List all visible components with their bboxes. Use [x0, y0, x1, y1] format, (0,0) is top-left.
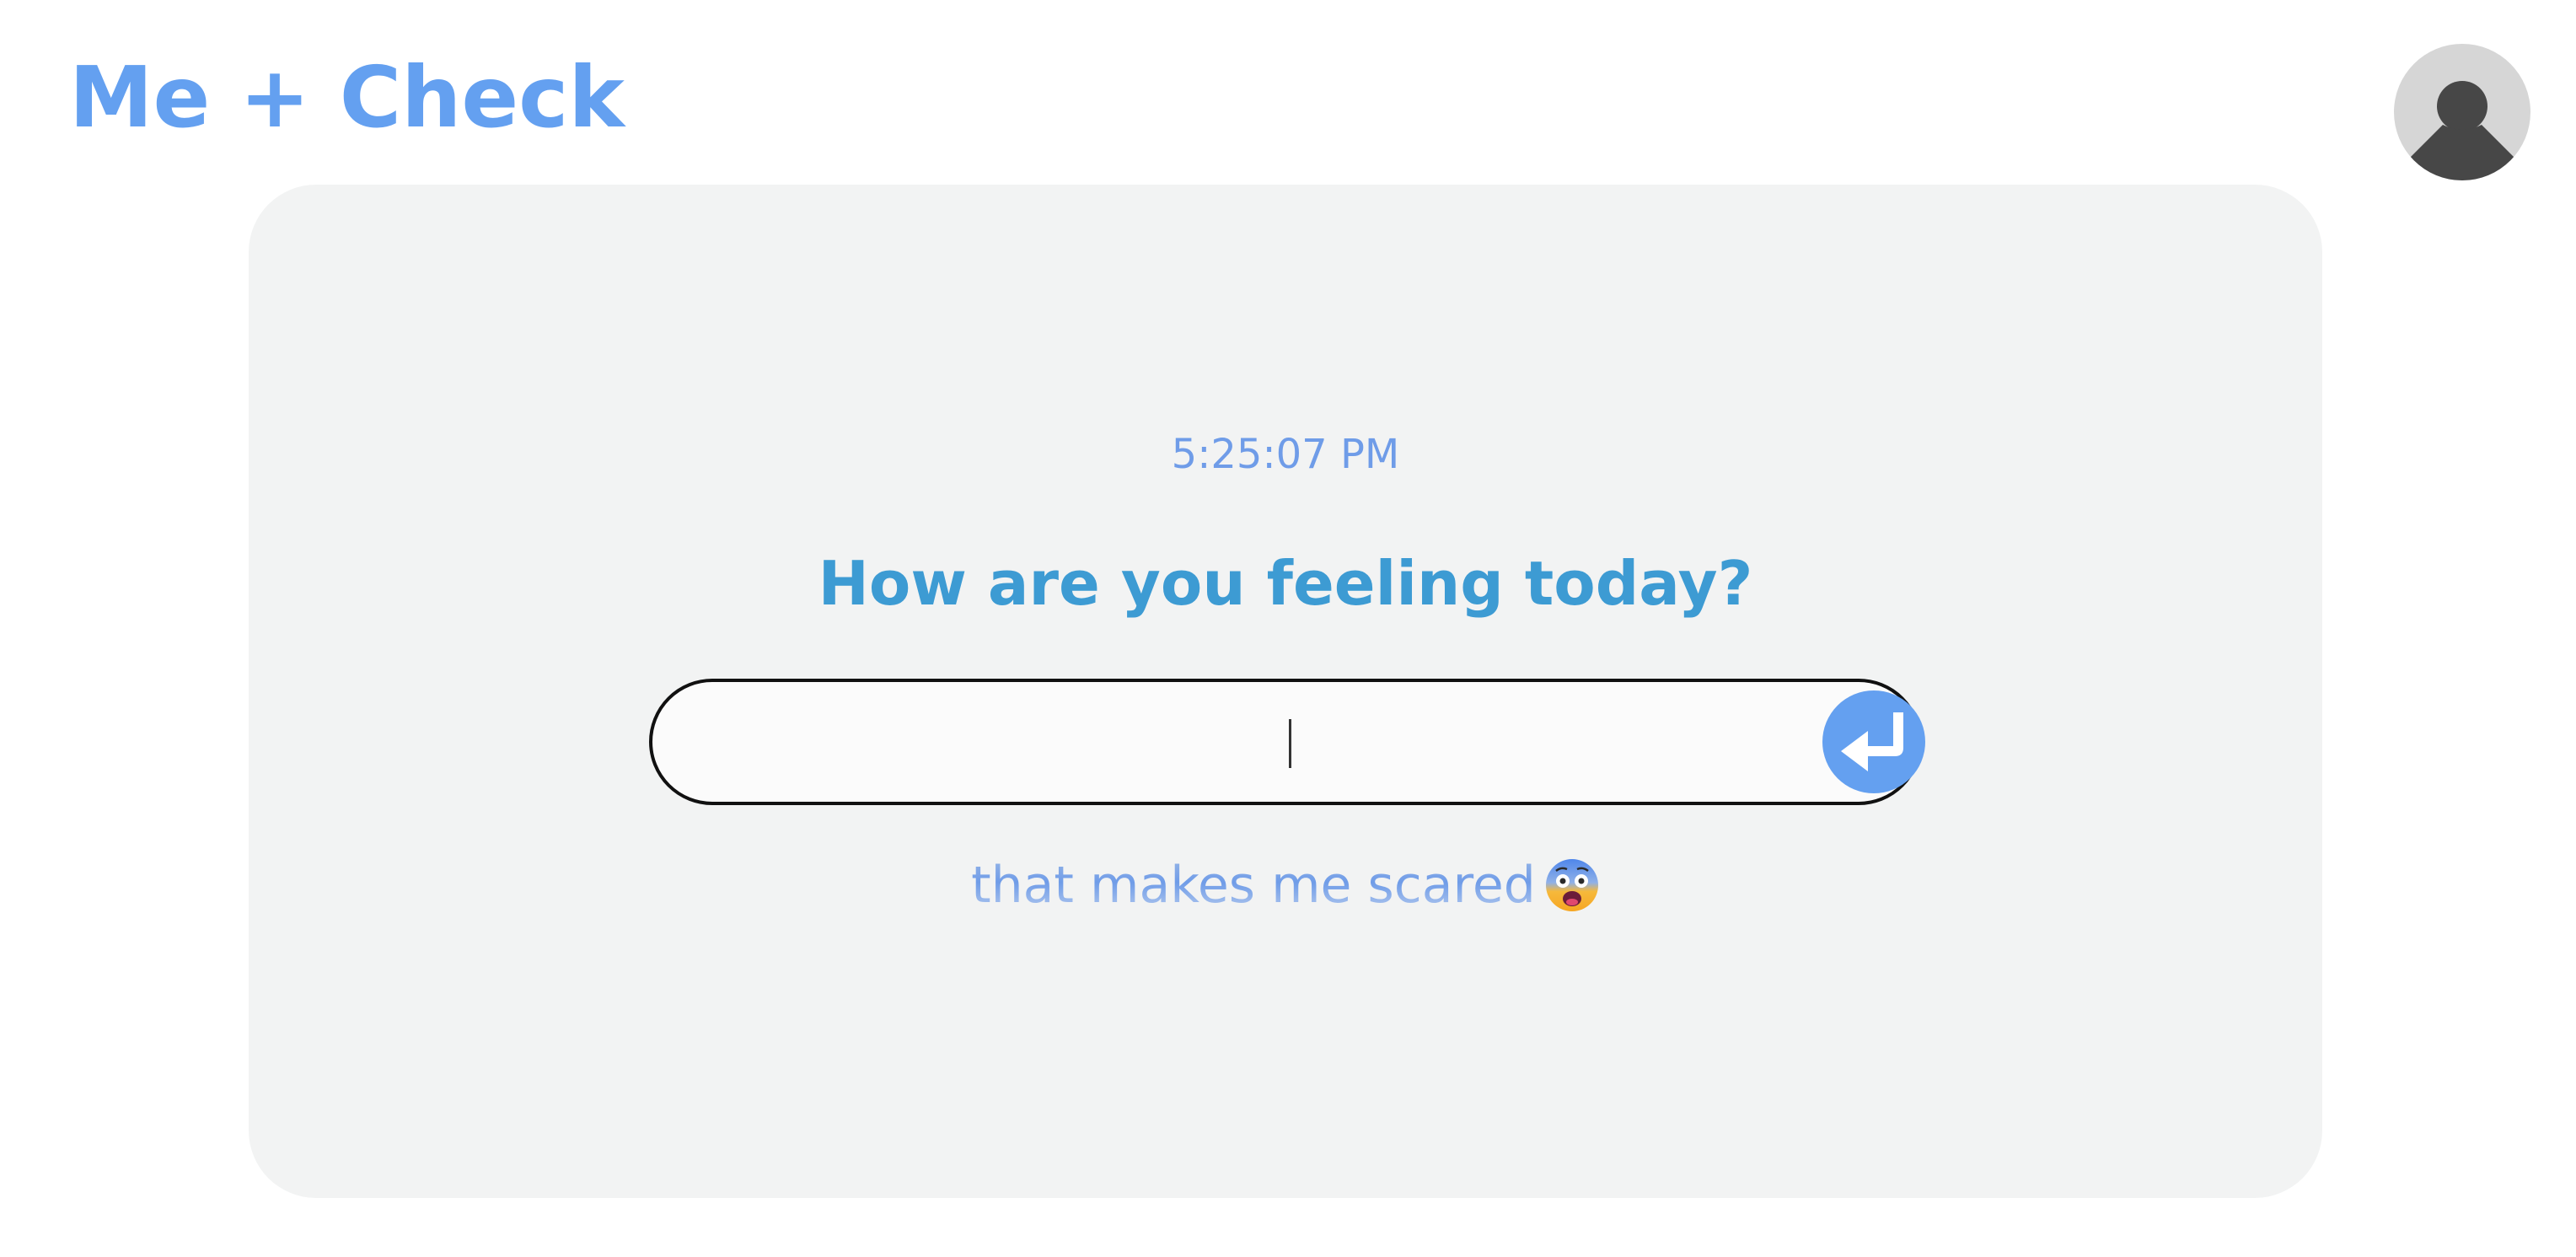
feeling-input-bar [649, 679, 1925, 805]
response-message: that makes me scared [249, 851, 2322, 917]
enter-return-icon [1841, 712, 1903, 771]
clock-time: 5:25:07 PM [1171, 431, 1400, 478]
response-text: that makes me scared [971, 856, 1536, 916]
text-caret [1289, 719, 1291, 768]
check-in-card: 5:25:07 PM How are you feeling today? th… [249, 185, 2322, 1198]
user-avatar-button[interactable] [2394, 44, 2530, 180]
feeling-input[interactable] [720, 682, 1785, 803]
user-silhouette-icon [2407, 81, 2517, 180]
submit-button[interactable] [1822, 690, 1925, 793]
feeling-question: How are you feeling today? [818, 548, 1753, 619]
fearful-face-emoji [1544, 857, 1600, 913]
app-title: Me + Check [69, 48, 625, 147]
